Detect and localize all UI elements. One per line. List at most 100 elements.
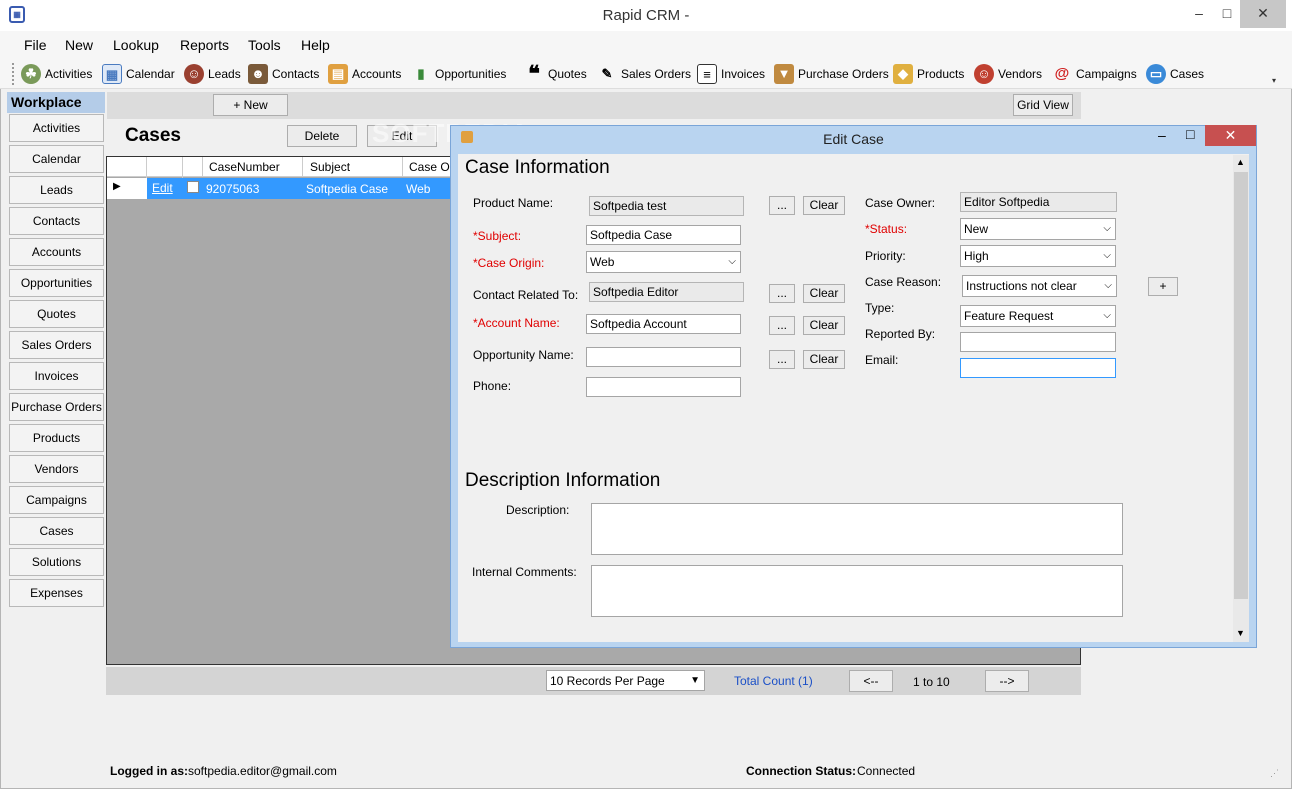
menu-lookup[interactable]: Lookup — [113, 37, 159, 53]
toolbar-label: Quotes — [548, 67, 587, 81]
close-button[interactable]: ✕ — [1240, 0, 1286, 28]
logged-in-user: softpedia.editor@gmail.com — [188, 764, 337, 778]
grid-divider — [402, 157, 403, 177]
sidebar-item-campaigns[interactable]: Campaigns — [9, 486, 104, 514]
menu-reports[interactable]: Reports — [180, 37, 229, 53]
dialog-minimize-button[interactable]: – — [1158, 127, 1166, 143]
menu-tools[interactable]: Tools — [248, 37, 281, 53]
toolbar-cases[interactable]: ▭ Cases — [1146, 62, 1204, 86]
toolbar-invoices[interactable]: ≡ Invoices — [697, 62, 765, 86]
toolbar-quotes[interactable]: ❝ Quotes — [524, 62, 587, 86]
dialog-maximize-button[interactable]: □ — [1186, 126, 1194, 142]
account-clear-button[interactable]: Clear — [803, 316, 845, 335]
purchase-orders-icon: ▼ — [774, 64, 794, 84]
reported-by-label: Reported By: — [865, 327, 936, 341]
case-origin-select[interactable]: Web ⌵ — [586, 251, 741, 273]
sidebar-item-calendar[interactable]: Calendar — [9, 145, 104, 173]
next-page-button[interactable]: --> — [985, 670, 1029, 692]
resize-grip-icon[interactable]: ⋰ — [1270, 768, 1279, 779]
sidebar-item-opportunities[interactable]: Opportunities — [9, 269, 104, 297]
contact-related-field[interactable]: Softpedia Editor — [589, 282, 744, 302]
toolbar-label: Campaigns — [1076, 67, 1137, 81]
delete-button[interactable]: Delete — [287, 125, 357, 147]
toolbar-calendar[interactable]: ▦ Calendar — [102, 62, 175, 86]
case-owner-field[interactable]: Editor Softpedia — [960, 192, 1117, 212]
dialog-close-button[interactable]: ✕ — [1205, 125, 1256, 146]
contact-browse-button[interactable]: ... — [769, 284, 795, 303]
sidebar-item-vendors[interactable]: Vendors — [9, 455, 104, 483]
opportunity-clear-button[interactable]: Clear — [803, 350, 845, 369]
sidebar-item-invoices[interactable]: Invoices — [9, 362, 104, 390]
sidebar-item-quotes[interactable]: Quotes — [9, 300, 104, 328]
contact-related-label: Contact Related To: — [473, 288, 579, 302]
sidebar-item-cases[interactable]: Cases — [9, 517, 104, 545]
row-edit-link[interactable]: Edit — [152, 181, 173, 195]
opportunity-browse-button[interactable]: ... — [769, 350, 795, 369]
sidebar-item-activities[interactable]: Activities — [9, 114, 104, 142]
toolbar-products[interactable]: ◆ Products — [893, 62, 964, 86]
subject-field[interactable]: Softpedia Case — [586, 225, 741, 245]
products-icon: ◆ — [893, 64, 913, 84]
scroll-up-icon[interactable]: ▲ — [1236, 157, 1245, 167]
sidebar-item-sales-orders[interactable]: Sales Orders — [9, 331, 104, 359]
priority-select[interactable]: High ⌵ — [960, 245, 1116, 267]
internal-comments-textarea[interactable] — [591, 565, 1123, 617]
column-header-subject[interactable]: Subject — [310, 160, 350, 174]
activities-icon: ☘ — [21, 64, 41, 84]
toolbar-activities[interactable]: ☘ Activities — [21, 62, 92, 86]
status-select[interactable]: New ⌵ — [960, 218, 1116, 240]
minimize-button[interactable]: – — [1185, 0, 1213, 28]
sidebar-item-contacts[interactable]: Contacts — [9, 207, 104, 235]
toolbar-label: Purchase Orders — [798, 67, 889, 81]
cases-icon: ▭ — [1146, 64, 1166, 84]
type-select[interactable]: Feature Request ⌵ — [960, 305, 1116, 327]
menu-help[interactable]: Help — [301, 37, 330, 53]
sidebar-item-solutions[interactable]: Solutions — [9, 548, 104, 576]
toolbar-vendors[interactable]: ☺ Vendors — [974, 62, 1042, 86]
toolbar-label: Sales Orders — [621, 67, 692, 81]
grid-header — [107, 157, 457, 177]
toolbar-opportunities[interactable]: ▮ Opportunities — [411, 62, 506, 86]
email-field[interactable] — [960, 358, 1116, 378]
description-textarea[interactable] — [591, 503, 1123, 555]
new-button[interactable]: + New — [213, 94, 288, 116]
contact-clear-button[interactable]: Clear — [803, 284, 845, 303]
toolbar-sales-orders[interactable]: ✎ Sales Orders — [597, 62, 691, 86]
add-case-reason-button[interactable]: + — [1148, 277, 1178, 296]
dialog-scroll-thumb[interactable] — [1234, 172, 1248, 599]
sidebar-item-products[interactable]: Products — [9, 424, 104, 452]
chevron-down-icon: ▼ — [690, 675, 700, 686]
toolbar-purchase-orders[interactable]: ▼ Purchase Orders — [774, 62, 889, 86]
opportunity-name-field[interactable] — [586, 347, 741, 367]
product-clear-button[interactable]: Clear — [803, 196, 845, 215]
product-browse-button[interactable]: ... — [769, 196, 795, 215]
records-per-page-select[interactable]: 10 Records Per Page ▼ — [546, 670, 705, 691]
product-name-field[interactable]: Softpedia test — [589, 196, 744, 216]
maximize-button[interactable]: □ — [1213, 0, 1241, 28]
row-checkbox[interactable] — [187, 181, 199, 193]
phone-field[interactable] — [586, 377, 741, 397]
prev-page-button[interactable]: <-- — [849, 670, 893, 692]
sidebar-item-purchase-orders[interactable]: Purchase Orders — [9, 393, 104, 421]
toolbar-label: Activities — [45, 67, 93, 81]
account-browse-button[interactable]: ... — [769, 316, 795, 335]
subject-label: *Subject: — [473, 229, 522, 243]
toolbar-accounts[interactable]: ▤ Accounts — [328, 62, 401, 86]
sidebar-item-expenses[interactable]: Expenses — [9, 579, 104, 607]
toolbar-campaigns[interactable]: @ Campaigns — [1052, 62, 1137, 86]
case-reason-select[interactable]: Instructions not clear ⌵ — [962, 275, 1117, 297]
sidebar-item-accounts[interactable]: Accounts — [9, 238, 104, 266]
case-origin-value: Web — [590, 255, 615, 269]
toolbar-contacts[interactable]: ☻ Contacts — [248, 62, 319, 86]
account-name-field[interactable]: Softpedia Account — [586, 314, 741, 334]
toolbar-overflow-icon[interactable]: ▾ — [1272, 76, 1276, 85]
menu-file[interactable]: File — [24, 37, 47, 53]
menu-new[interactable]: New — [65, 37, 93, 53]
toolbar-leads[interactable]: ☺ Leads — [184, 62, 241, 86]
reported-by-field[interactable] — [960, 332, 1116, 352]
case-owner-label: Case Owner: — [865, 196, 936, 210]
column-header-casenumber[interactable]: CaseNumber — [209, 160, 280, 174]
grid-view-button[interactable]: Grid View — [1013, 94, 1073, 116]
scroll-down-icon[interactable]: ▼ — [1236, 628, 1245, 638]
sidebar-item-leads[interactable]: Leads — [9, 176, 104, 204]
